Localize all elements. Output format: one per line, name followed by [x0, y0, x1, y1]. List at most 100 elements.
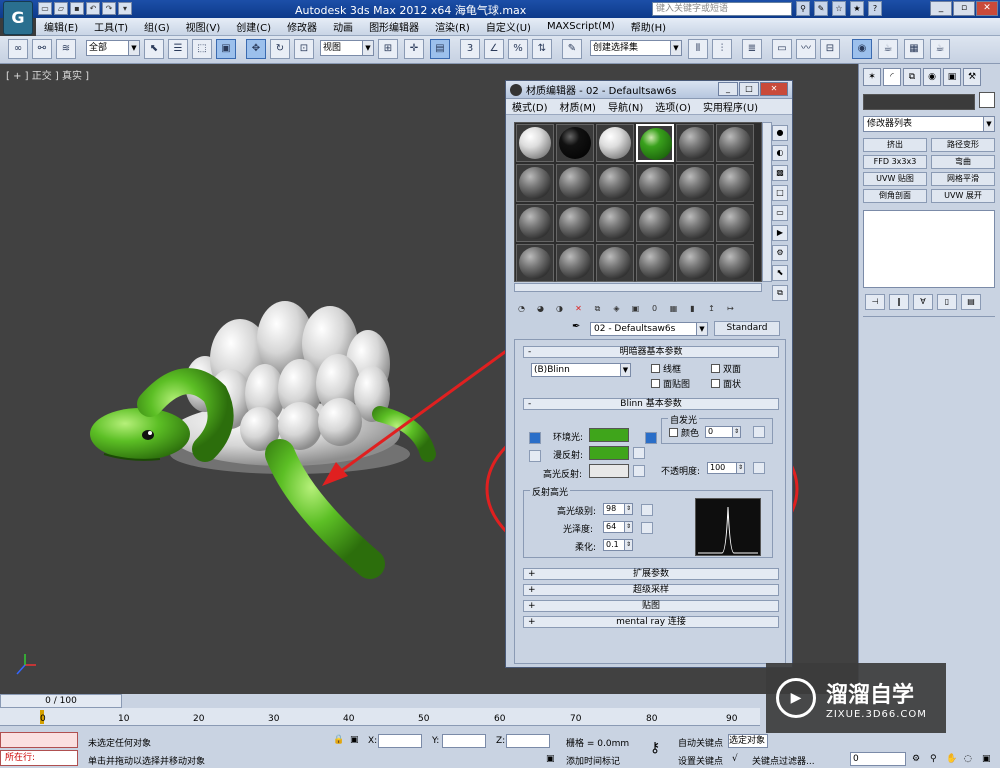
sample-slot[interactable] [636, 244, 674, 282]
bind-space-warp-icon[interactable]: ≋ [56, 39, 76, 59]
assign-to-selection-icon[interactable]: ◑ [552, 301, 567, 316]
pan-icon[interactable]: ✋ [946, 754, 957, 764]
save-file-icon[interactable]: ▪ [70, 2, 84, 15]
options-icon[interactable]: ⚙ [772, 245, 788, 261]
sample-slot[interactable] [596, 124, 634, 162]
favorites-icon[interactable]: ★ [850, 1, 864, 16]
sample-slot[interactable] [556, 204, 594, 242]
sample-slot[interactable] [516, 164, 554, 202]
reset-map-icon[interactable]: ✕ [571, 301, 586, 316]
search-icon[interactable]: ⚲ [796, 1, 810, 16]
sample-slot[interactable] [676, 244, 714, 282]
sample-slot[interactable] [716, 204, 754, 242]
material-editor-icon[interactable]: ◉ [852, 39, 872, 59]
sample-slot[interactable] [516, 244, 554, 282]
curve-editor-icon[interactable]: 〰 [796, 39, 816, 59]
slots-horizontal-scrollbar[interactable] [514, 283, 762, 292]
app-logo[interactable]: G [3, 1, 33, 35]
lock-diffuse-specular-icon[interactable] [529, 450, 541, 462]
me-menu-modes[interactable]: 模式(D) [506, 99, 554, 114]
diffuse-map-button[interactable] [633, 447, 645, 459]
two-sided-checkbox[interactable]: 双面 [711, 362, 741, 375]
add-time-tag[interactable]: 添加时间标记 [566, 754, 620, 767]
graphite-tools-icon[interactable]: ▭ [772, 39, 792, 59]
redo-icon[interactable]: ↷ [102, 2, 116, 15]
menu-group[interactable]: 组(G) [136, 19, 178, 34]
configure-sets-icon[interactable]: ▤ [961, 294, 981, 310]
show-shaded-map-icon[interactable]: ▦ [666, 301, 681, 316]
specular-map-button[interactable] [633, 465, 645, 477]
menu-views[interactable]: 视图(V) [178, 19, 229, 34]
material-editor-titlebar[interactable]: 材质编辑器 - 02 - Defaultsaw6s _ □ ✕ [506, 81, 792, 99]
time-config-icon[interactable]: ⚙ [912, 754, 920, 764]
select-by-material-icon[interactable]: ⬉ [772, 265, 788, 281]
me-close-icon[interactable]: ✕ [760, 82, 788, 96]
time-slider[interactable]: 0 / 100 [0, 694, 122, 708]
bevel-profile-button[interactable]: 倒角剖面 [863, 189, 927, 203]
key-filter-icon[interactable]: √ [732, 754, 738, 764]
help-icon[interactable]: ? [868, 1, 882, 16]
create-tab-icon[interactable]: ✶ [863, 68, 881, 86]
sample-slot[interactable] [636, 164, 674, 202]
auto-key-label[interactable]: 自动关键点 [678, 736, 723, 749]
render-production-icon[interactable]: ☕ [930, 39, 950, 59]
maxscript-listener[interactable] [0, 732, 78, 748]
soften-spinner[interactable]: 0.1 ⇕ [603, 539, 633, 551]
menu-help[interactable]: 帮助(H) [623, 19, 674, 34]
absolute-mode-icon[interactable]: ▣ [350, 735, 359, 745]
me-menu-options[interactable]: 选项(O) [649, 99, 697, 114]
z-coord-field[interactable] [506, 734, 550, 748]
faceted-checkbox[interactable]: 面状 [711, 377, 741, 390]
path-deform-button[interactable]: 路径变形 [931, 138, 995, 152]
maximize-viewport-icon[interactable]: ▣ [982, 754, 991, 764]
wire-checkbox[interactable]: 线框 [651, 362, 681, 375]
extrude-button[interactable]: 挤出 [863, 138, 927, 152]
angle-snap-icon[interactable]: ∠ [484, 39, 504, 59]
sample-slot[interactable] [596, 204, 634, 242]
me-minimize-icon[interactable]: _ [718, 82, 738, 96]
specular-level-spinner[interactable]: 98 ⇕ [603, 503, 633, 515]
y-coord-field[interactable] [442, 734, 486, 748]
selected-dropdown[interactable]: 选定对象 [728, 734, 768, 748]
make-unique-map-icon[interactable]: ◈ [609, 301, 624, 316]
sample-slot[interactable] [556, 164, 594, 202]
time-tag-icon[interactable]: ▣ [546, 754, 555, 764]
sample-slot[interactable] [516, 204, 554, 242]
sample-slot[interactable] [556, 124, 594, 162]
render-setup-icon[interactable]: ☕ [878, 39, 898, 59]
material-map-navigator-icon[interactable]: ⧉ [772, 285, 788, 301]
close-icon[interactable]: ✕ [976, 1, 998, 16]
make-preview-icon[interactable]: ▶ [772, 225, 788, 241]
search-input[interactable]: 键入关键字或短语 [652, 2, 792, 16]
schematic-view-icon[interactable]: ⊟ [820, 39, 840, 59]
object-color-swatch[interactable] [979, 92, 995, 108]
modify-tab-icon[interactable]: ◜ [883, 68, 901, 86]
self-illum-color-checkbox[interactable]: 颜色 [669, 426, 699, 439]
spinner-snap-icon[interactable]: ⇅ [532, 39, 552, 59]
backlight-icon[interactable]: ◐ [772, 145, 788, 161]
open-file-icon[interactable]: ▱ [54, 2, 68, 15]
keyboard-shortcut-icon[interactable]: ▤ [430, 39, 450, 59]
sample-slot[interactable] [676, 164, 714, 202]
sample-slot[interactable] [636, 204, 674, 242]
lock-selection-icon[interactable]: 🔒 [333, 735, 344, 745]
current-frame-field[interactable]: 0 [850, 752, 906, 766]
select-object-icon[interactable]: ⬉ [144, 39, 164, 59]
pivot-center-icon[interactable]: ⊞ [378, 39, 398, 59]
sample-slot[interactable] [716, 244, 754, 282]
named-selection-dropdown[interactable]: 创建选择集 ▼ [590, 40, 682, 56]
get-material-icon[interactable]: ◔ [514, 301, 529, 316]
move-icon[interactable]: ✥ [246, 39, 266, 59]
specular-level-map-button[interactable] [641, 504, 653, 516]
show-end-result-map-icon[interactable]: ▮ [685, 301, 700, 316]
face-map-checkbox[interactable]: 面贴图 [651, 377, 690, 390]
menu-edit[interactable]: 编辑(E) [36, 19, 86, 34]
new-file-icon[interactable]: ▭ [38, 2, 52, 15]
shader-type-dropdown[interactable]: (B)Blinn ▼ [531, 363, 631, 377]
show-end-result-icon[interactable]: ‖ [889, 294, 909, 310]
put-to-scene-icon[interactable]: ◕ [533, 301, 548, 316]
sample-slot[interactable] [596, 244, 634, 282]
sample-slot[interactable] [716, 124, 754, 162]
background-icon[interactable]: ▩ [772, 165, 788, 181]
lock-ambient-diffuse-icon[interactable] [529, 432, 541, 444]
